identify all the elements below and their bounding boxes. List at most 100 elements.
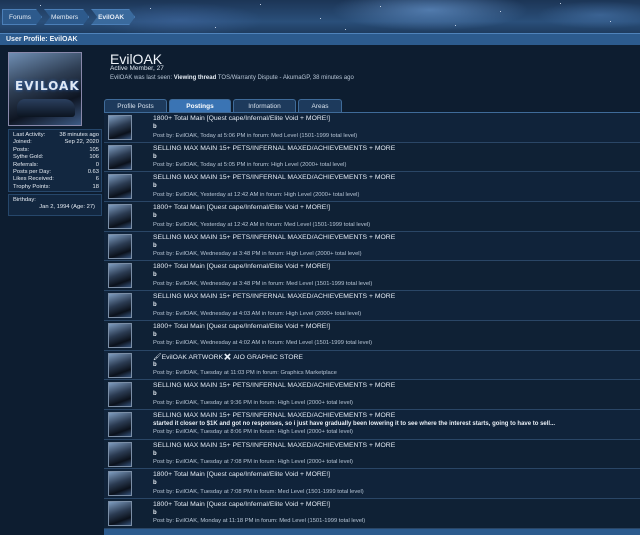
post-title[interactable]: 1800+ Total Main [Quest cape/Infernal/El… — [153, 263, 330, 270]
post-title[interactable]: SELLING MAX MAIN 15+ PETS/INFERNAL MAXED… — [153, 382, 395, 389]
stat-sythe-gold: Sythe Gold: 106 — [13, 154, 99, 161]
post-thumbnail[interactable] — [108, 500, 132, 526]
post-title[interactable]: 1800+ Total Main [Quest cape/Infernal/El… — [153, 471, 330, 478]
site-banner: Forums Members EvilOAK — [0, 0, 640, 36]
post-snippet: b — [153, 183, 157, 190]
post-title[interactable]: SELLING MAX MAIN 15+ PETS/INFERNAL MAXED… — [153, 293, 395, 300]
post-meta: Post by: EvilOAK, Wednesday at 4:02 AM i… — [153, 340, 372, 347]
post-meta: Post by: EvilOAK, Wednesday at 3:48 PM i… — [153, 251, 362, 258]
post-thumbnail[interactable] — [108, 204, 132, 230]
stat-last-activity: Last Activity: 38 minutes ago — [13, 132, 99, 138]
breadcrumb-forums[interactable]: Forums — [2, 9, 42, 25]
post-meta: Post by: EvilOAK, Tuesday at 11:03 PM in… — [153, 370, 337, 376]
tab-areas[interactable]: Areas — [298, 99, 342, 113]
page-title: User Profile: EvilOAK — [0, 33, 640, 45]
list-footer-bar — [104, 529, 640, 535]
list-item[interactable]: SELLING MAX MAIN 15+ PETS/INFERNAL MAXED… — [104, 439, 640, 470]
post-meta: Post by: EvilOAK, Yesterday at 12:42 AM … — [153, 191, 360, 198]
post-thumbnail[interactable] — [108, 263, 132, 289]
post-meta: Post by: EvilOAK, Yesterday at 12:42 AM … — [153, 221, 371, 228]
post-thumbnail[interactable] — [108, 352, 132, 378]
member-stats: Last Activity: 38 minutes ago Joined: Sep … — [8, 129, 102, 192]
profile-content: EVILOAK Last Activity: 38 minutes ago Joi… — [0, 45, 640, 535]
post-thumbnail[interactable] — [108, 233, 132, 259]
post-thumbnail[interactable] — [108, 441, 132, 467]
list-item[interactable]: 1800+ Total Main [Quest cape/Infernal/El… — [104, 320, 640, 351]
post-snippet: b — [153, 242, 157, 249]
avatar[interactable]: EVILOAK — [8, 52, 82, 126]
postings-list: 1800+ Total Main [Quest cape/Infernal/El… — [104, 113, 640, 529]
post-title[interactable]: SELLING MAX MAIN 15+ PETS/INFERNAL MAXED… — [153, 442, 395, 449]
list-item[interactable]: 1800+ Total Main [Quest cape/Infernal/El… — [104, 498, 640, 529]
post-title[interactable]: SELLING MAX MAIN 15+ PETS/INFERNAL MAXED… — [153, 412, 395, 419]
post-thumbnail[interactable] — [108, 382, 132, 408]
post-snippet: b — [153, 272, 157, 279]
post-snippet: started it closer to $1K and got no resp… — [153, 420, 556, 427]
avatar-logo: EVILOAK — [15, 79, 80, 93]
list-item[interactable]: 1800+ Total Main [Quest cape/Infernal/El… — [104, 202, 640, 232]
list-item[interactable]: 1800+ Total Main [Quest cape/Infernal/El… — [104, 261, 640, 292]
list-item[interactable]: SELLING MAX MAIN 15+ PETS/INFERNAL MAXED… — [104, 231, 640, 262]
stat-posts-per-day: Posts per Day: 0.63 — [13, 168, 99, 175]
post-snippet: b — [153, 124, 157, 130]
list-item[interactable]: SELLING MAX MAIN 15+ PETS/INFERNAL MAXED… — [104, 142, 640, 173]
post-thumbnail[interactable] — [108, 471, 132, 497]
post-meta: Post by: EvilOAK, Tuesday at 7:08 PM in … — [153, 459, 353, 466]
post-thumbnail[interactable] — [108, 115, 132, 140]
post-meta: Post by: EvilOAK, Tuesday at 7:08 PM in … — [153, 488, 364, 495]
list-item[interactable]: 1800+ Total Main [Quest cape/Infernal/El… — [104, 113, 640, 143]
post-meta: Post by: EvilOAK, Tuesday at 9:36 PM in … — [153, 399, 353, 406]
post-title[interactable]: SELLING MAX MAIN 15+ PETS/INFERNAL MAXED… — [153, 174, 395, 181]
stat-joined: Joined: Sep 22, 2020 — [13, 139, 99, 146]
post-title[interactable]: 1800+ Total Main [Quest cape/Infernal/El… — [153, 204, 330, 211]
stat-trophy-points[interactable]: Trophy Points: 18 — [13, 184, 99, 191]
tab-profile-posts[interactable]: Profile Posts — [104, 99, 167, 113]
post-meta: Post by: EvilOAK, Tuesday at 8:06 PM in … — [153, 429, 353, 436]
post-thumbnail[interactable] — [108, 322, 132, 348]
post-title[interactable]: 1800+ Total Main [Quest cape/Infernal/El… — [153, 323, 330, 330]
post-snippet: b — [153, 361, 157, 368]
breadcrumb-members[interactable]: Members — [44, 9, 89, 25]
post-snippet: b — [153, 391, 157, 398]
list-item[interactable]: SELLING MAX MAIN 15+ PETS/INFERNAL MAXED… — [104, 291, 640, 321]
post-snippet: b — [153, 302, 157, 309]
post-title[interactable]: SELLING MAX MAIN 15+ PETS/INFERNAL MAXED… — [153, 234, 395, 241]
avatar-car-shape — [17, 99, 75, 117]
post-thumbnail[interactable] — [108, 293, 132, 319]
last-seen-thread[interactable]: TOS/Warranty Dispute - AkumaGP — [218, 75, 310, 81]
post-meta: Post by: EvilOAK, Today at 5:06 PM in fo… — [153, 132, 358, 139]
list-item[interactable]: SELLING MAX MAIN 15+ PETS/INFERNAL MAXED… — [104, 409, 640, 440]
post-snippet: b — [153, 213, 157, 220]
stat-likes-received: Likes Received: 6 — [13, 176, 99, 183]
birthday-box: Birthday: Jan 2, 1994 (Age: 27) — [8, 194, 102, 216]
list-item[interactable]: 🖌EvilOAK ARTWORK✖ AIO GRAPHIC STORE b Post… — [104, 350, 640, 381]
last-seen-action: Viewing thread — [173, 75, 217, 81]
list-item[interactable]: 1800+ Total Main [Quest cape/Infernal/El… — [104, 469, 640, 499]
birthday-label: Birthday: — [13, 197, 36, 203]
post-thumbnail[interactable] — [108, 411, 132, 437]
stat-referrals: Referrals: 0 — [13, 161, 99, 168]
post-snippet: b — [153, 450, 157, 457]
post-thumbnail[interactable] — [108, 174, 132, 200]
post-title[interactable]: 1800+ Total Main [Quest cape/Infernal/El… — [153, 115, 330, 122]
post-title[interactable]: 1800+ Total Main [Quest cape/Infernal/El… — [153, 501, 330, 508]
tab-postings[interactable]: Postings — [169, 99, 231, 113]
profile-sidebar: EVILOAK Last Activity: 38 minutes ago Joi… — [4, 48, 102, 535]
post-snippet: b — [153, 509, 157, 516]
post-snippet: b — [153, 331, 157, 338]
list-item[interactable]: SELLING MAX MAIN 15+ PETS/INFERNAL MAXED… — [104, 172, 640, 203]
profile-tabs: Profile Posts Postings Information Areas — [104, 99, 344, 113]
post-meta: Post by: EvilOAK, Wednesday at 3:48 PM i… — [153, 280, 373, 287]
post-meta: Post by: EvilOAK, Monday at 11:18 PM in … — [153, 518, 366, 525]
post-title[interactable]: 🖌EvilOAK ARTWORK✖ AIO GRAPHIC STORE — [153, 353, 303, 361]
breadcrumb: Forums Members EvilOAK — [2, 9, 137, 25]
breadcrumb-current[interactable]: EvilOAK — [91, 9, 135, 25]
post-snippet: b — [153, 480, 157, 487]
post-meta: Post by: EvilOAK, Wednesday at 4:03 AM i… — [153, 310, 362, 317]
profile-user-title: Active Member, 27 — [110, 65, 164, 72]
post-title[interactable]: SELLING MAX MAIN 15+ PETS/INFERNAL MAXED… — [153, 145, 395, 152]
list-item[interactable]: SELLING MAX MAIN 15+ PETS/INFERNAL MAXED… — [104, 380, 640, 410]
tab-information[interactable]: Information — [233, 99, 296, 113]
post-thumbnail[interactable] — [108, 144, 132, 170]
stat-posts: Posts: 105 — [13, 146, 99, 153]
